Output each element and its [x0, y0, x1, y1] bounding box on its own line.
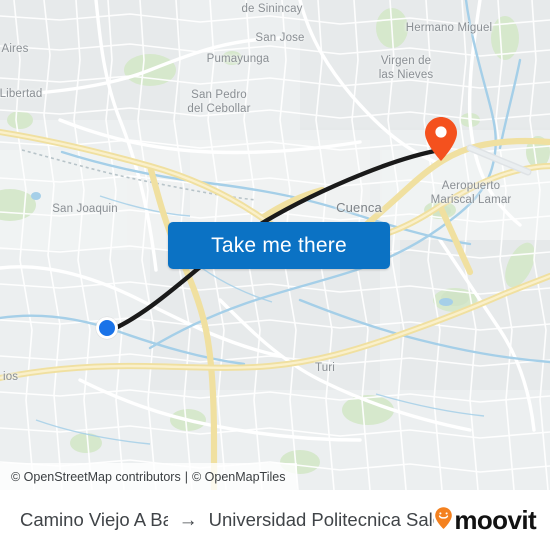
- map-attribution: © OpenStreetMap contributors | © OpenMap…: [0, 463, 298, 490]
- attribution-separator: |: [184, 469, 188, 484]
- moovit-logo[interactable]: moovit: [434, 505, 537, 535]
- attribution-openmaptiles[interactable]: © OpenMapTiles: [192, 470, 286, 484]
- moovit-trip-map-screen: de Sinincay San Jose Pumayunga Hermano Migu…: [0, 0, 550, 550]
- footer-destination-name: Universidad Politecnica Sales…: [208, 509, 435, 530]
- moovit-pin-icon: [434, 506, 453, 535]
- arrow-right-icon: →: [178, 509, 198, 531]
- map-canvas[interactable]: de Sinincay San Jose Pumayunga Hermano Migu…: [0, 0, 550, 490]
- trip-footer: Camino Viejo A Ba… → Universidad Politec…: [0, 490, 550, 550]
- destination-marker[interactable]: [424, 116, 458, 162]
- footer-origin-name: Camino Viejo A Ba…: [20, 509, 168, 530]
- origin-marker[interactable]: [96, 317, 118, 339]
- take-me-there-label: Take me there: [211, 233, 347, 257]
- attribution-osm[interactable]: © OpenStreetMap contributors: [11, 470, 181, 484]
- moovit-wordmark: moovit: [454, 505, 536, 535]
- take-me-there-button[interactable]: Take me there: [168, 222, 390, 269]
